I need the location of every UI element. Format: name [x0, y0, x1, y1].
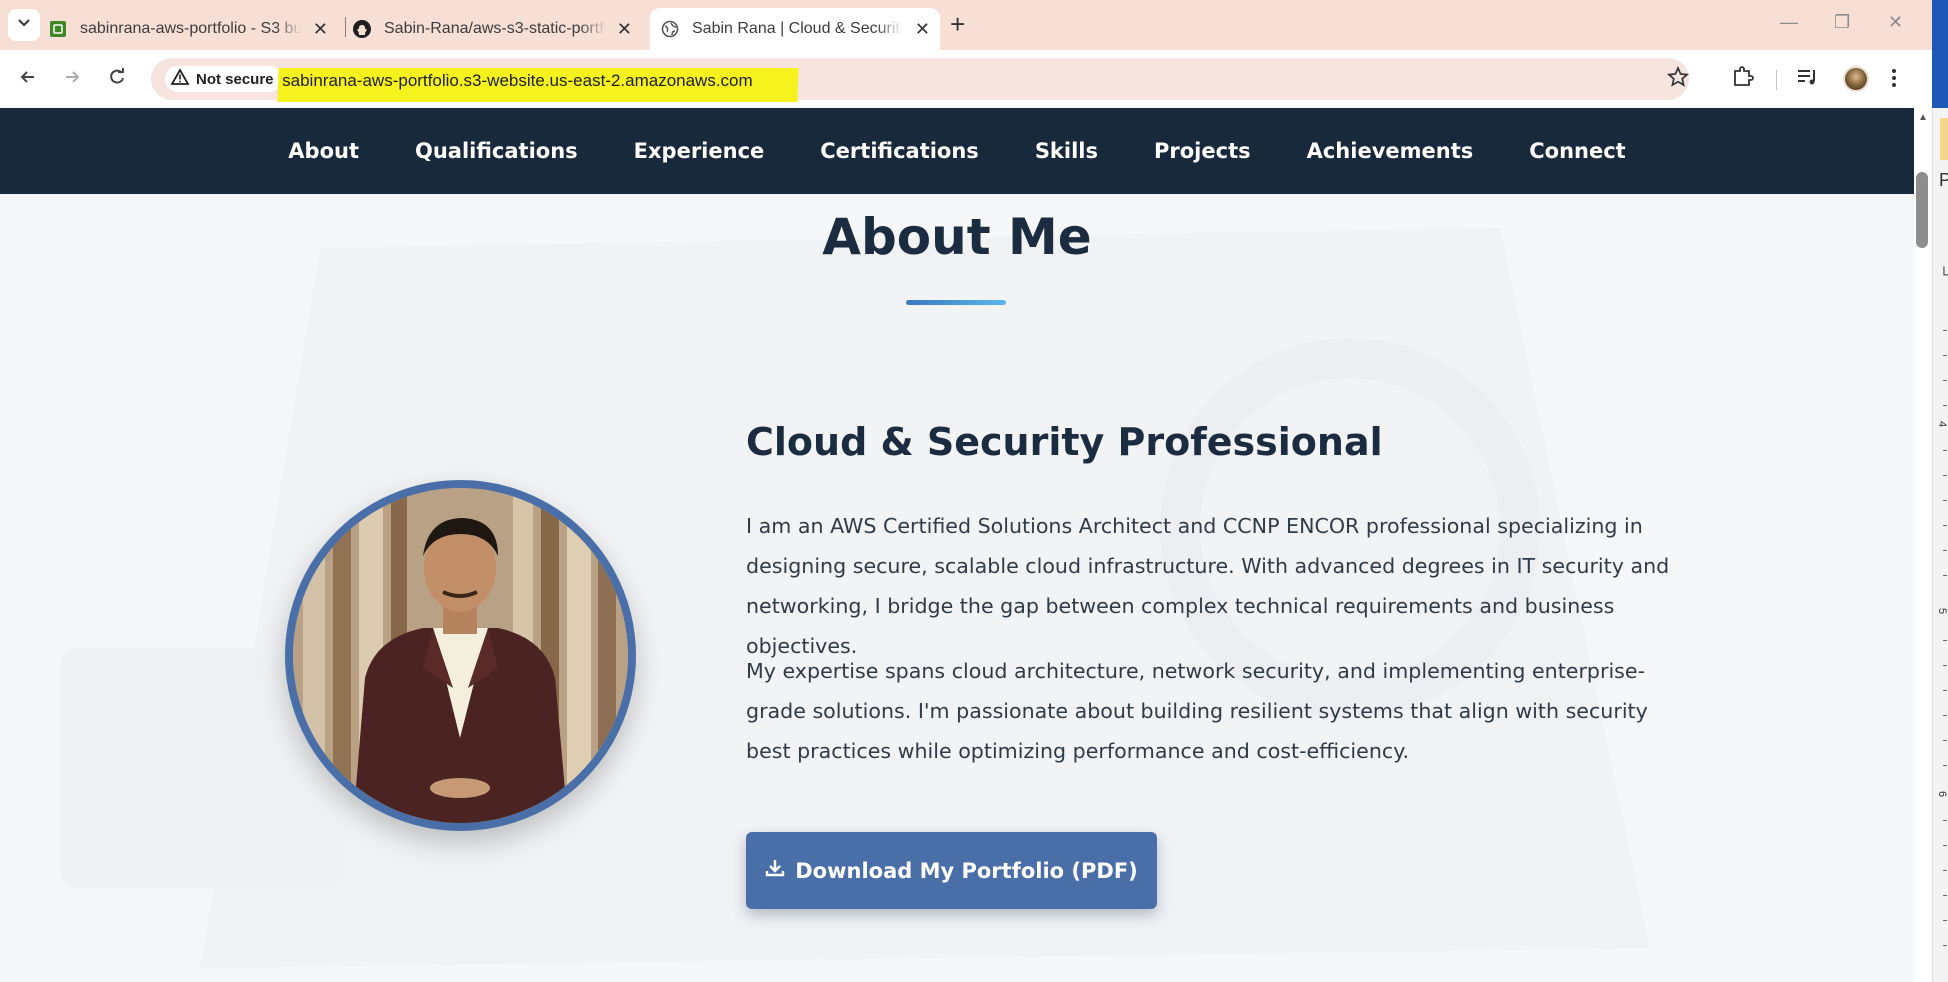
site-navigation: About Qualifications Experience Certific…: [0, 108, 1914, 194]
tab-search-button[interactable]: [8, 9, 40, 41]
nav-link-about[interactable]: About: [260, 139, 387, 163]
profile-photo-illustration: [293, 488, 628, 823]
page-viewport: About Qualifications Experience Certific…: [0, 108, 1914, 982]
chevron-down-icon: [17, 16, 31, 35]
scrollbar-thumb[interactable]: [1916, 172, 1928, 248]
side-app-panel: [1932, 108, 1948, 982]
ruler-tick: [1943, 765, 1947, 766]
section-title: About Me: [822, 208, 1092, 266]
new-tab-button[interactable]: +: [950, 11, 965, 37]
side-app-letter: P: [1939, 170, 1948, 190]
nav-link-connect[interactable]: Connect: [1501, 139, 1653, 163]
ruler-tick: [1943, 500, 1947, 501]
tab-title: sabinrana-aws-portfolio - S3 bucket: [80, 20, 302, 37]
browser-tab-github[interactable]: Sabin-Rana/aws-s3-static-portfolio ✕: [352, 8, 642, 50]
close-tab-icon[interactable]: ✕: [313, 20, 328, 38]
url-text-highlight[interactable]: sabinrana-aws-portfolio.s3-website.us-ea…: [277, 68, 799, 102]
ruler-tick: [1943, 475, 1947, 476]
forward-button[interactable]: [56, 63, 88, 95]
about-paragraph: My expertise spans cloud architecture, n…: [746, 659, 1648, 763]
ruler-number: 4: [1936, 420, 1948, 428]
about-subheading: Cloud & Security Professional: [746, 420, 1383, 464]
ruler-tick: [1943, 355, 1947, 356]
download-button-label: Download My Portfolio (PDF): [795, 858, 1138, 883]
ruler-tick: [1943, 330, 1947, 331]
back-button[interactable]: [12, 63, 44, 95]
reload-button[interactable]: [101, 63, 133, 95]
download-portfolio-button[interactable]: Download My Portfolio (PDF): [746, 832, 1157, 909]
ruler-tick: [1943, 945, 1947, 946]
ruler-tick: [1943, 525, 1947, 526]
ruler-tick: [1943, 380, 1947, 381]
about-paragraph: I am an AWS Certified Solutions Architec…: [746, 514, 1670, 658]
toolbar-divider: [1776, 70, 1777, 90]
ruler-tick: [1943, 690, 1947, 691]
bookmark-star-icon[interactable]: [1666, 65, 1690, 93]
warning-icon: [170, 68, 196, 89]
ruler-tick: [1943, 895, 1947, 896]
scroll-up-arrow-icon[interactable]: ▲: [1918, 112, 1928, 123]
download-icon: [765, 858, 795, 883]
close-tab-icon[interactable]: ✕: [617, 20, 632, 38]
ruler-tick: [1943, 405, 1947, 406]
ruler-tick: [1943, 870, 1947, 871]
github-icon: [352, 19, 372, 39]
browser-tab-strip: sabinrana-aws-portfolio - S3 bucket ✕ Sa…: [0, 0, 1948, 50]
ruler-number: 5: [1936, 607, 1948, 615]
site-security-chip[interactable]: Not secure: [165, 66, 282, 92]
ruler-tick: [1943, 715, 1947, 716]
nav-link-skills[interactable]: Skills: [1007, 139, 1126, 163]
aws-s3-icon: [48, 19, 68, 39]
side-app-header: [1932, 0, 1948, 108]
url-text: sabinrana-aws-portfolio.s3-website.us-ea…: [282, 71, 753, 90]
ruler-corner-icon: └: [1939, 266, 1948, 282]
close-window-icon[interactable]: ✕: [1888, 12, 1903, 33]
arrow-left-icon: [18, 67, 38, 92]
ruler-tick: [1943, 920, 1947, 921]
arrow-right-icon: [62, 67, 82, 92]
side-app-badge: [1940, 118, 1948, 160]
profile-photo: [285, 480, 636, 831]
nav-link-achievements[interactable]: Achievements: [1279, 139, 1502, 163]
browser-tab-portfolio[interactable]: Sabin Rana | Cloud & Security Profession…: [650, 8, 940, 50]
ruler-tick: [1943, 450, 1947, 451]
ruler-tick: [1943, 820, 1947, 821]
nav-link-projects[interactable]: Projects: [1126, 139, 1279, 163]
tab-title: Sabin Rana | Cloud & Security Profession…: [692, 20, 902, 37]
tab-title: Sabin-Rana/aws-s3-static-portfolio: [384, 20, 606, 37]
ruler-tick: [1943, 740, 1947, 741]
nav-link-certifications[interactable]: Certifications: [792, 139, 1007, 163]
media-control-icon[interactable]: [1795, 65, 1819, 94]
title-underline: [906, 300, 1006, 305]
extensions-puzzle-icon[interactable]: [1731, 64, 1755, 93]
restore-icon[interactable]: ❐: [1834, 12, 1850, 33]
ruler-tick: [1943, 550, 1947, 551]
ruler-tick: [1943, 575, 1947, 576]
profile-avatar[interactable]: [1843, 66, 1869, 92]
nav-link-experience[interactable]: Experience: [606, 139, 793, 163]
browser-tab-s3[interactable]: sabinrana-aws-portfolio - S3 bucket ✕: [48, 8, 338, 50]
globe-icon: [660, 19, 680, 39]
minimize-icon[interactable]: —: [1780, 12, 1798, 33]
ruler-tick: [1943, 845, 1947, 846]
security-label: Not secure: [196, 70, 274, 88]
close-tab-icon[interactable]: ✕: [915, 20, 930, 38]
ruler-tick: [1943, 665, 1947, 666]
nav-link-qualifications[interactable]: Qualifications: [387, 139, 606, 163]
tab-divider: [345, 17, 346, 37]
ruler-tick: [1943, 640, 1947, 641]
ruler-number: 6: [1936, 790, 1948, 798]
more-menu-icon[interactable]: [1890, 66, 1898, 95]
reload-icon: [107, 67, 127, 92]
